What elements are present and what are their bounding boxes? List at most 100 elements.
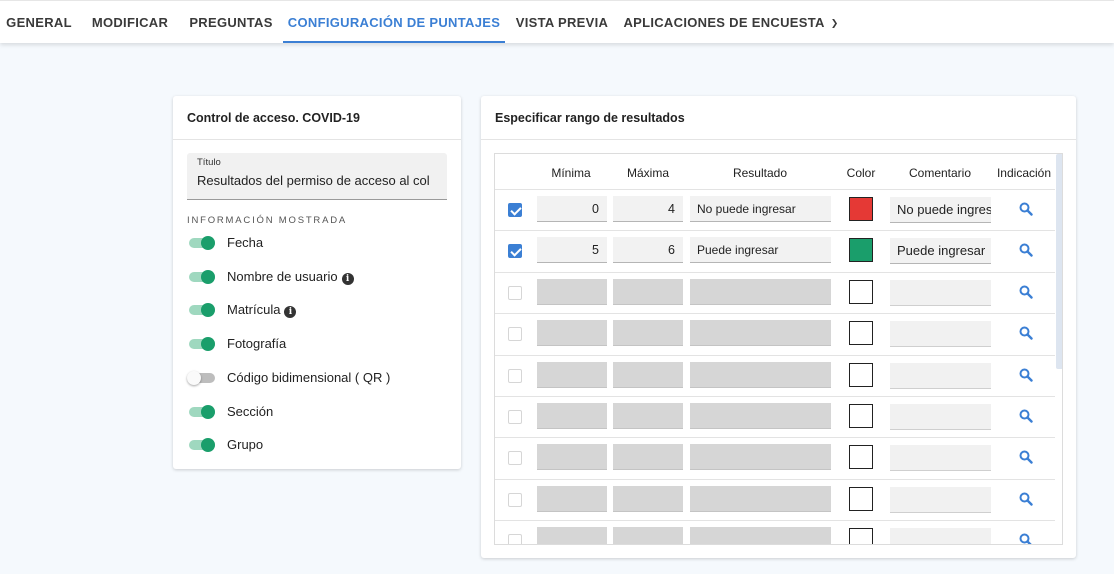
comment-input[interactable] [890, 486, 991, 513]
toggle-knob [201, 438, 215, 453]
magnifier-icon[interactable] [1019, 368, 1033, 382]
toggle-switch[interactable] [187, 337, 215, 352]
magnifier-icon[interactable] [1019, 450, 1033, 465]
tab-configuracion-de-puntajes[interactable]: CONFIGURACIÓN DE PUNTAJES [283, 1, 505, 43]
comment-input[interactable] [890, 362, 991, 389]
result-input[interactable] [690, 444, 831, 471]
max-input[interactable] [613, 444, 683, 471]
color-swatch[interactable] [849, 197, 873, 221]
max-input[interactable]: 4 [613, 196, 683, 222]
info-icon[interactable]: i [284, 306, 297, 319]
result-input[interactable] [690, 485, 831, 512]
magnifier-icon[interactable] [1019, 243, 1033, 258]
toggle-switch[interactable] [187, 269, 215, 284]
min-input[interactable] [537, 444, 607, 471]
max-input[interactable] [613, 527, 683, 544]
tab-preguntas[interactable]: PREGUNTAS [180, 1, 282, 43]
min-input[interactable] [537, 403, 607, 429]
color-swatch[interactable] [849, 486, 873, 511]
row-checkbox[interactable] [508, 534, 522, 544]
color-swatch[interactable] [849, 279, 873, 304]
results-range-card: Especificar rango de resultados Mínima M… [481, 96, 1076, 558]
tab-vista-previa[interactable]: VISTA PREVIA [507, 1, 617, 43]
toggle-switch[interactable] [187, 404, 215, 419]
result-input[interactable]: No puede ingresar [690, 196, 831, 222]
color-swatch[interactable] [849, 528, 873, 544]
toggle-switch[interactable] [187, 303, 215, 318]
max-input[interactable] [613, 485, 683, 512]
comment-input[interactable] [890, 404, 991, 430]
title-field[interactable]: Título Resultados del permiso de acceso … [187, 153, 447, 200]
magnifier-icon[interactable] [1019, 409, 1033, 423]
max-input[interactable] [613, 320, 683, 347]
min-input[interactable] [537, 527, 607, 544]
result-input[interactable]: Puede ingresar [690, 237, 831, 264]
row-checkbox[interactable] [508, 244, 522, 259]
row-checkbox[interactable] [508, 368, 522, 383]
result-input[interactable] [690, 361, 831, 388]
table-scrollbar[interactable] [1056, 154, 1062, 369]
result-input[interactable] [690, 320, 831, 347]
title-field-value[interactable]: Resultados del permiso de acceso al col [197, 173, 442, 188]
max-input[interactable]: 6 [613, 237, 683, 264]
comment-input[interactable] [890, 321, 991, 348]
min-input[interactable]: 0 [537, 196, 607, 222]
table-row [495, 313, 1055, 354]
color-swatch[interactable] [849, 362, 873, 387]
toggle-label: Fecha [227, 235, 263, 250]
comment-input[interactable] [890, 445, 991, 472]
results-table: Mínima Máxima Resultado Color Comentario… [494, 153, 1063, 545]
table-row [495, 437, 1055, 478]
tab-aplicaciones-de-encuesta[interactable]: APLICACIONES DE ENCUESTA ❯ [620, 1, 842, 43]
result-input[interactable] [690, 278, 831, 305]
magnifier-icon[interactable] [1019, 326, 1033, 340]
row-checkbox[interactable] [508, 492, 522, 507]
tab-modificar[interactable]: MODIFICAR [82, 1, 178, 43]
result-input[interactable] [690, 527, 831, 544]
toggle-knob [187, 370, 201, 385]
row-checkbox[interactable] [508, 203, 522, 217]
comment-input[interactable]: No puede ingresar [890, 197, 991, 223]
magnifier-icon[interactable] [1019, 202, 1033, 216]
color-swatch[interactable] [849, 238, 873, 263]
toggle-knob [201, 337, 215, 352]
result-input[interactable] [690, 403, 831, 429]
section-label: INFORMACIÓN MOSTRADA [187, 215, 348, 226]
toggle-label: Matrícula i [227, 302, 297, 319]
row-checkbox[interactable] [508, 451, 522, 466]
toggle-label: Sección [227, 404, 273, 419]
magnifier-icon[interactable] [1019, 492, 1033, 506]
card-title: Control de acceso. COVID-19 [173, 96, 461, 140]
chevron-down-icon: ❯ [830, 18, 839, 28]
color-swatch[interactable] [849, 321, 873, 346]
max-input[interactable] [613, 278, 683, 305]
row-checkbox[interactable] [508, 410, 522, 424]
min-input[interactable]: 5 [537, 237, 607, 264]
comment-input[interactable]: Puede ingresar [890, 238, 991, 265]
max-input[interactable] [613, 403, 683, 429]
toggle-switch[interactable] [187, 438, 215, 453]
toggle-knob [201, 236, 215, 250]
tab-general[interactable]: GENERAL [0, 1, 78, 43]
row-checkbox[interactable] [508, 285, 522, 300]
color-swatch[interactable] [849, 445, 873, 470]
row-checkbox[interactable] [508, 327, 522, 342]
info-icon[interactable]: i [341, 272, 354, 285]
toggle-label: Nombre de usuario i [227, 269, 354, 285]
toggle-label-text: Nombre de usuario [227, 268, 338, 284]
color-swatch[interactable] [849, 404, 873, 428]
comment-input[interactable] [890, 528, 991, 544]
toggle-switch[interactable] [187, 370, 215, 385]
min-input[interactable] [537, 361, 607, 388]
min-input[interactable] [537, 278, 607, 305]
toggle-switch[interactable] [187, 236, 215, 250]
min-input[interactable] [537, 320, 607, 347]
comment-input[interactable] [890, 279, 991, 306]
toggle-label: Grupo [227, 437, 263, 452]
magnifier-icon[interactable] [1019, 285, 1033, 299]
card-title: Especificar rango de resultados [481, 96, 1076, 140]
min-input[interactable] [537, 485, 607, 512]
magnifier-icon[interactable] [1019, 533, 1033, 545]
toggle-label-text: Código bidimensional ( QR ) [227, 369, 391, 385]
max-input[interactable] [613, 361, 683, 388]
